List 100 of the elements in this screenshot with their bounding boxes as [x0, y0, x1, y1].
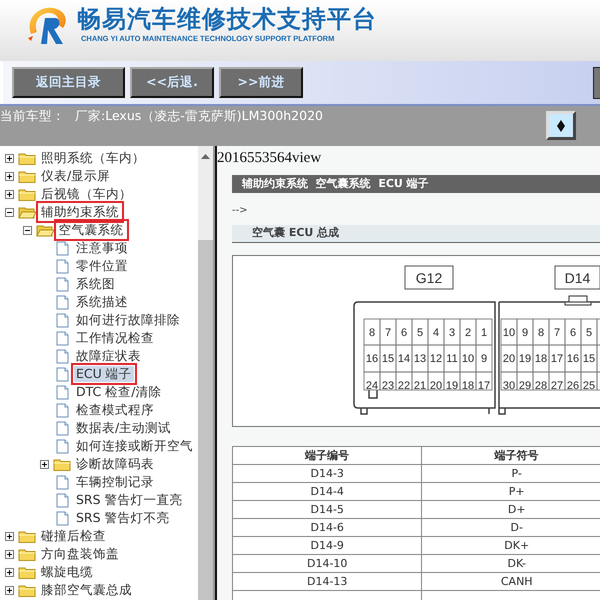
- pin-number: 13: [414, 353, 426, 365]
- diamond-icon: [556, 118, 566, 132]
- pin-number: 15: [382, 353, 394, 365]
- expand-icon[interactable]: [5, 550, 14, 558]
- tree-item[interactable]: SRS 警告灯一直亮: [74, 492, 185, 508]
- tree-item[interactable]: 如何进行故障排除: [74, 312, 182, 328]
- folder-icon: [18, 186, 37, 202]
- section-heading: 空气囊 ECU 总成: [232, 225, 600, 243]
- folder-icon: [18, 204, 37, 220]
- pin-number: 21: [414, 380, 426, 392]
- pin-number: 16: [566, 353, 580, 365]
- page-id-text: 2016553564view: [217, 149, 322, 167]
- tree-item[interactable]: 如何连接或断开空气: [74, 438, 195, 454]
- folder-icon: [18, 564, 37, 580]
- folder-icon: [18, 582, 37, 598]
- tree-item[interactable]: 碰撞后检查: [39, 528, 108, 544]
- pin-number: 9: [480, 353, 488, 365]
- pin-number: 23: [382, 380, 394, 392]
- nav-button[interactable]: 返回主目录: [12, 67, 125, 98]
- pin-number: 14: [398, 353, 410, 365]
- pin-number: 15: [582, 353, 596, 365]
- tree-item[interactable]: 空气囊系统: [56, 222, 126, 238]
- expand-icon[interactable]: [40, 460, 49, 468]
- scrollbar-thumb[interactable]: [198, 240, 213, 600]
- tree-item[interactable]: 膝部空气囊总成: [39, 582, 134, 598]
- tree-item[interactable]: SRS 警告灯不亮: [74, 510, 172, 526]
- connector-label: D14: [554, 266, 600, 290]
- expand-icon[interactable]: [5, 172, 14, 180]
- tree-item[interactable]: 仪表/显示屏: [39, 168, 112, 184]
- pin-number: 11: [446, 353, 458, 365]
- pin-number: 5: [586, 327, 592, 339]
- pin-number: 10: [502, 327, 516, 339]
- pin-number: 25: [582, 380, 596, 392]
- pin-number: 8: [368, 327, 376, 339]
- tree-item[interactable]: 工作情况检查: [74, 330, 156, 346]
- vehicle-label: 当前车型：: [0, 108, 65, 125]
- expand-icon[interactable]: [5, 154, 14, 162]
- collapse-icon[interactable]: [5, 208, 14, 216]
- expand-icon[interactable]: [5, 532, 14, 540]
- tree-item[interactable]: 后视镜（车内）: [39, 186, 134, 202]
- pin-number: 24: [366, 380, 378, 392]
- scrollbar-track[interactable]: [198, 146, 213, 600]
- tree-item[interactable]: 照明系统（车内）: [39, 150, 147, 166]
- column-header: 端子编号: [232, 446, 422, 464]
- pin-number: 20: [430, 380, 442, 392]
- pin-number: 1: [480, 327, 488, 339]
- tree-item[interactable]: 螺旋电缆: [39, 564, 95, 580]
- pin-number: 17: [550, 353, 564, 365]
- table-cell: D14-13: [232, 572, 422, 590]
- tree-item[interactable]: DTC 检查/清除: [74, 384, 164, 400]
- toolbar-button-edge[interactable]: [593, 67, 600, 99]
- tree-item[interactable]: 辅助约束系统: [39, 204, 121, 220]
- pin-number: 18: [462, 380, 474, 392]
- tree-item[interactable]: 故障症状表: [74, 348, 143, 364]
- tree-item[interactable]: ECU 端子: [74, 366, 134, 382]
- expand-icon[interactable]: [5, 586, 14, 594]
- expand-icon[interactable]: [5, 568, 14, 576]
- folder-icon: [18, 168, 37, 184]
- tree-item[interactable]: 系统图: [74, 276, 117, 292]
- table-cell: D14-3: [232, 464, 422, 482]
- pin-number: 6: [400, 327, 408, 339]
- pin-number: 5: [416, 327, 424, 339]
- pin-number: 4: [432, 327, 440, 339]
- scroll-up-icon[interactable]: [201, 154, 210, 160]
- pin-number: 3: [448, 327, 456, 339]
- pin-number: 30: [502, 380, 516, 392]
- panel-toggle-button[interactable]: [546, 111, 576, 140]
- tree-item[interactable]: 车辆控制记录: [74, 474, 156, 490]
- vehicle-value: 厂家:Lexus（凌志-雷克萨斯)LM300h2020: [75, 108, 323, 125]
- pin-number: 18: [534, 353, 548, 365]
- table-cell: D14-5: [232, 500, 422, 518]
- nav-button[interactable]: >>前进: [219, 67, 303, 98]
- pin-number: 2: [464, 327, 472, 339]
- table-cell: D14-10: [232, 554, 422, 572]
- tree-item[interactable]: 零件位置: [74, 258, 130, 274]
- tree-item[interactable]: 检查模式程序: [74, 402, 156, 418]
- pin-number: 22: [398, 380, 410, 392]
- tree-item[interactable]: 注意事项: [74, 240, 130, 256]
- column-header: 端子符号: [422, 446, 600, 464]
- pin-number: 6: [570, 327, 576, 339]
- nav-button[interactable]: <<后退.: [130, 67, 214, 98]
- folder-icon: [18, 546, 37, 562]
- table-cell: D14-4: [232, 482, 422, 500]
- collapse-icon[interactable]: [22, 226, 32, 234]
- expand-icon[interactable]: [5, 190, 14, 198]
- folder-icon: [18, 150, 37, 166]
- pin-number: 27: [550, 380, 564, 392]
- folder-icon: [18, 528, 37, 544]
- tree-item[interactable]: 数据表/主动测试: [74, 420, 174, 436]
- tree-item[interactable]: 系统描述: [74, 294, 130, 310]
- table-cell: D14-6: [232, 518, 422, 536]
- breadcrumb-bar: 辅助约束系统 空气囊系统 ECU 端子: [232, 175, 600, 193]
- folder-icon: [53, 456, 72, 472]
- pin-number: 17: [478, 380, 490, 392]
- pin-number: 10: [462, 353, 474, 365]
- pin-number: 19: [518, 353, 532, 365]
- tree-item[interactable]: 诊断故障码表: [74, 456, 156, 472]
- tree-item[interactable]: 方向盘装饰盖: [39, 546, 121, 562]
- pin-number: 20: [502, 353, 516, 365]
- folder-icon: [36, 222, 54, 238]
